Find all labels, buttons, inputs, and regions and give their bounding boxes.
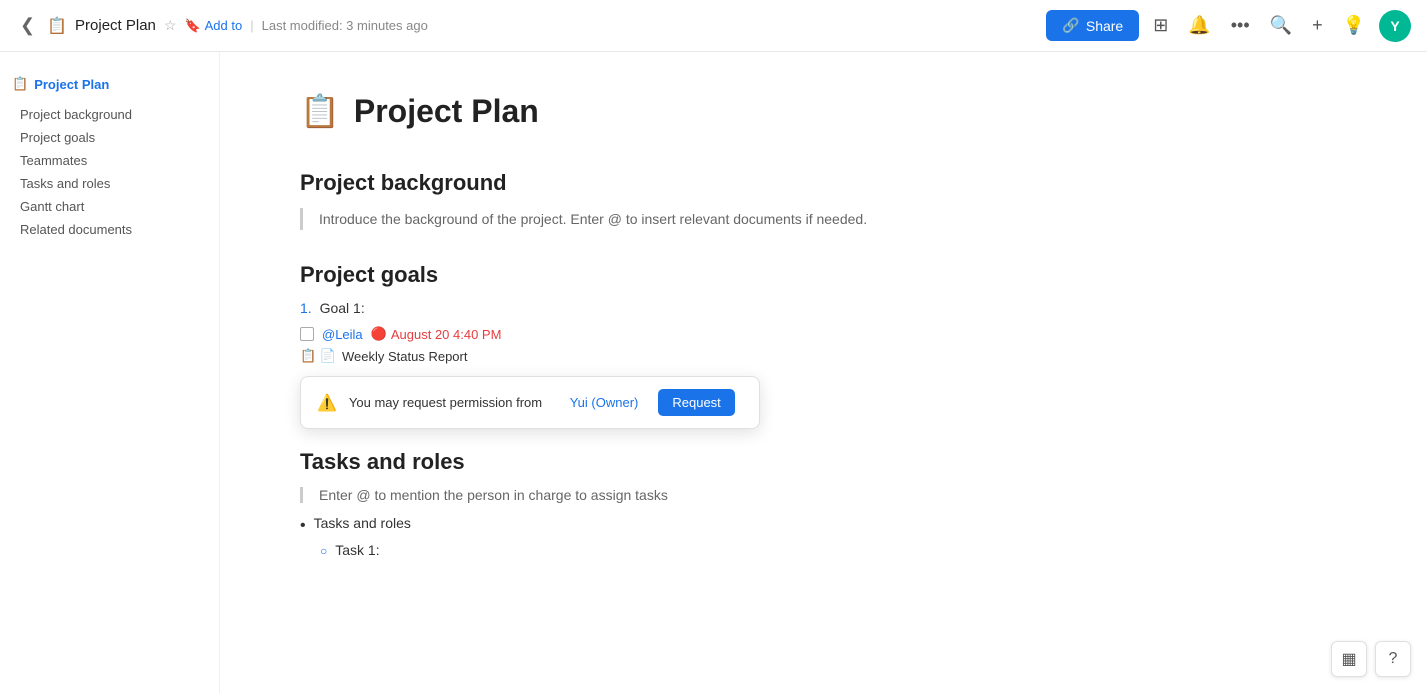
content-area: 📋 Project Plan Project background Introd…: [220, 52, 1427, 693]
share-button[interactable]: 🔗 Share: [1046, 10, 1139, 41]
linked-doc-row[interactable]: 📋 📄 Weekly Status Report: [300, 348, 1347, 364]
search-button[interactable]: 🔍: [1264, 9, 1298, 42]
project-goals-heading: Project goals: [300, 262, 1347, 288]
sidebar-item-gantt-chart[interactable]: Gantt chart: [12, 196, 207, 217]
project-background-section: Project background Introduce the backgro…: [300, 170, 1347, 230]
bullet-dot: •: [300, 515, 306, 537]
add-to-label: Add to: [205, 18, 243, 33]
goal-checkbox[interactable]: [300, 327, 314, 341]
share-label: Share: [1086, 18, 1123, 34]
tasks-placeholder[interactable]: Enter @ to mention the person in charge …: [300, 487, 1347, 503]
sub-bullet-dot: ○: [320, 542, 327, 561]
goal-item-1: 1. Goal 1:: [300, 300, 1347, 316]
project-background-heading: Project background: [300, 170, 1347, 196]
project-background-placeholder[interactable]: Introduce the background of the project.…: [300, 208, 1347, 230]
topbar: ❮ 📋 Project Plan ☆ 🔖 Add to | Last modif…: [0, 0, 1427, 52]
separator: |: [250, 18, 253, 33]
avatar[interactable]: Y: [1379, 10, 1411, 42]
linked-doc-label: Weekly Status Report: [342, 349, 467, 364]
tasks-bullet-label: Tasks and roles: [314, 515, 411, 531]
date-badge: 🔴 August 20 4:40 PM: [371, 326, 502, 342]
owner-link[interactable]: Yui (Owner): [570, 395, 639, 410]
clock-icon: 🔴: [371, 326, 387, 342]
add-button[interactable]: +: [1306, 9, 1329, 42]
warning-icon: ⚠️: [317, 393, 337, 413]
add-to-icon: 🔖: [184, 18, 200, 34]
tasks-section: Tasks and roles Enter @ to mention the p…: [300, 449, 1347, 561]
add-to-button[interactable]: 🔖 Add to: [184, 18, 242, 34]
bottom-right-actions: ▦ ?: [1331, 641, 1411, 677]
sidebar-item-related-documents[interactable]: Related documents: [12, 219, 207, 240]
goal-number: 1.: [300, 300, 312, 316]
main-layout: 📋 Project Plan Project background Projec…: [0, 52, 1427, 693]
sidebar-item-project-background[interactable]: Project background: [12, 104, 207, 125]
doc-icon: 📋: [47, 16, 67, 36]
sidebar-item-teammates[interactable]: Teammates: [12, 150, 207, 171]
sidebar-item-project-goals[interactable]: Project goals: [12, 127, 207, 148]
last-modified: Last modified: 3 minutes ago: [262, 18, 428, 33]
share-icon: 🔗: [1062, 17, 1079, 34]
task-1-item: ○ Task 1:: [320, 542, 1347, 561]
star-icon[interactable]: ☆: [164, 17, 177, 34]
project-goals-section: Project goals 1. Goal 1: @Leila 🔴 August…: [300, 262, 1347, 429]
page-title-row: 📋 Project Plan: [300, 92, 1347, 130]
linked-doc-icons: 📋 📄: [300, 348, 336, 364]
sidebar: 📋 Project Plan Project background Projec…: [0, 52, 220, 693]
topbar-left: ❮ 📋 Project Plan ☆ 🔖 Add to | Last modif…: [16, 11, 428, 40]
sidebar-title[interactable]: 📋 Project Plan: [12, 76, 207, 92]
task-1-label: Task 1:: [335, 542, 379, 558]
goal-label: Goal 1:: [320, 300, 365, 316]
doc-title: Project Plan: [75, 17, 156, 34]
topbar-right: 🔗 Share ⊞ 🔔 ••• 🔍 + 💡 Y: [1046, 9, 1411, 42]
table-layout-button[interactable]: ▦: [1331, 641, 1367, 677]
bulb-button[interactable]: 💡: [1337, 9, 1371, 42]
request-button[interactable]: Request: [658, 389, 734, 416]
sidebar-title-label: Project Plan: [34, 77, 109, 92]
date-label: August 20 4:40 PM: [391, 327, 502, 342]
present-button[interactable]: ⊞: [1147, 9, 1174, 42]
back-button[interactable]: ❮: [16, 11, 39, 40]
permission-text: You may request permission from: [349, 395, 542, 410]
assignee-mention[interactable]: @Leila: [322, 327, 363, 342]
help-button[interactable]: ?: [1375, 641, 1411, 677]
permission-tooltip: ⚠️ You may request permission from Yui (…: [300, 376, 760, 429]
notifications-button[interactable]: 🔔: [1182, 9, 1216, 42]
sidebar-title-icon: 📋: [12, 76, 28, 92]
more-button[interactable]: •••: [1225, 9, 1256, 42]
page-title: Project Plan: [354, 93, 539, 130]
sidebar-item-tasks-and-roles[interactable]: Tasks and roles: [12, 173, 207, 194]
page-title-icon: 📋: [300, 92, 340, 130]
goal-sub-row: @Leila 🔴 August 20 4:40 PM: [300, 326, 1347, 342]
tasks-heading: Tasks and roles: [300, 449, 1347, 475]
tasks-bullet-item: • Tasks and roles: [300, 515, 1347, 537]
